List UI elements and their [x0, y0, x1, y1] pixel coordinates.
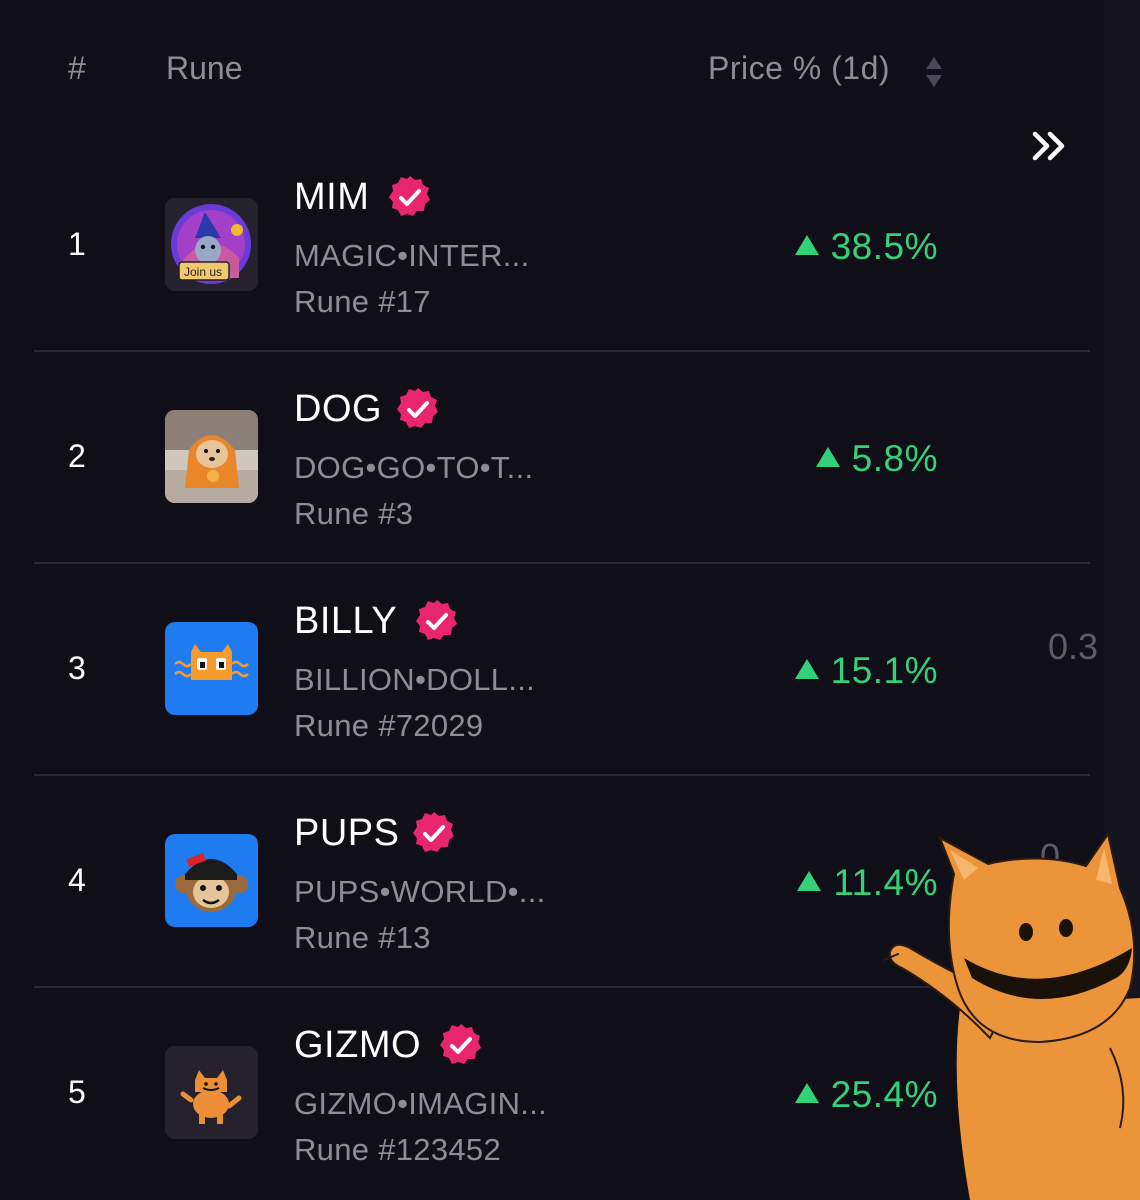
rank-number: 2: [68, 438, 86, 474]
orange-cat-face-thumbnail: [165, 622, 258, 715]
rune-ticker: BILLY: [294, 600, 398, 642]
clipped-column-value: 0.3: [1048, 626, 1099, 667]
verified-badge-icon: [389, 176, 430, 216]
table-header: # Rune Price % (1d): [0, 0, 1140, 161]
up-triangle-icon: [794, 1083, 819, 1103]
monkey-with-beanie-thumbnail: [165, 834, 258, 927]
rune-ticker: PUPS: [294, 812, 400, 854]
table-row[interactable]: 2 DOG DOG•GO•TO•T... Rune #3 5.8%: [0, 352, 1140, 564]
price-change-1d: 15.1%: [794, 650, 938, 692]
rune-full-name: DOG•GO•TO•T...: [294, 450, 534, 485]
verified-badge-icon: [440, 1024, 481, 1064]
rank-number: 5: [68, 1074, 86, 1110]
up-triangle-icon: [794, 235, 819, 255]
rune-ticker: MIM: [294, 176, 370, 218]
rune-number: Rune #17: [294, 284, 431, 319]
rune-number: Rune #3: [294, 496, 414, 531]
rank-number: 3: [68, 650, 86, 686]
price-change-1d: 38.5%: [794, 226, 938, 268]
rune-number: Rune #123452: [294, 1132, 502, 1167]
rank-number: 4: [68, 862, 86, 898]
orange-cat-thumbnail: [165, 1046, 258, 1139]
price-change-1d: 5.8%: [815, 438, 938, 480]
rune-full-name: MAGIC•INTER...: [294, 238, 530, 273]
rune-number: Rune #13: [294, 920, 431, 955]
sort-updown-icon[interactable]: [922, 50, 946, 94]
verified-badge-icon: [416, 600, 457, 640]
rune-ticker: GIZMO: [294, 1024, 422, 1066]
rune-full-name: GIZMO•IMAGIN...: [294, 1086, 548, 1121]
up-triangle-icon: [794, 659, 819, 679]
rune-ticker: DOG: [294, 388, 383, 430]
rank-number: 1: [68, 226, 86, 262]
price-change-column-header[interactable]: Price % (1d): [708, 50, 890, 87]
verified-badge-icon: [413, 812, 454, 852]
rune-full-name: PUPS•WORLD•...: [294, 874, 546, 909]
table-row[interactable]: 3 BILLY BILLION•DOLL... Rune #72029 15.1…: [0, 564, 1140, 776]
svg-text:Join us: Join us: [184, 265, 222, 279]
up-triangle-icon: [815, 447, 840, 467]
up-triangle-icon: [797, 871, 822, 891]
rank-column-header: #: [68, 50, 86, 86]
pointing-orange-cat-sticker: [883, 831, 1140, 1200]
table-row[interactable]: 1 Join us MIM MAGIC•INTER... Rune #17 38…: [0, 140, 1140, 352]
rune-number: Rune #72029: [294, 708, 484, 743]
rune-market-list: # Rune Price % (1d) 1 Join us MIM MAGIC•…: [0, 0, 1140, 1200]
wizard-cat-thumbnail: Join us: [165, 198, 258, 291]
verified-badge-icon: [397, 388, 438, 428]
rune-column-header: Rune: [166, 50, 243, 86]
dog-in-orange-hoodie-thumbnail: [165, 410, 258, 503]
rune-full-name: BILLION•DOLL...: [294, 662, 536, 697]
